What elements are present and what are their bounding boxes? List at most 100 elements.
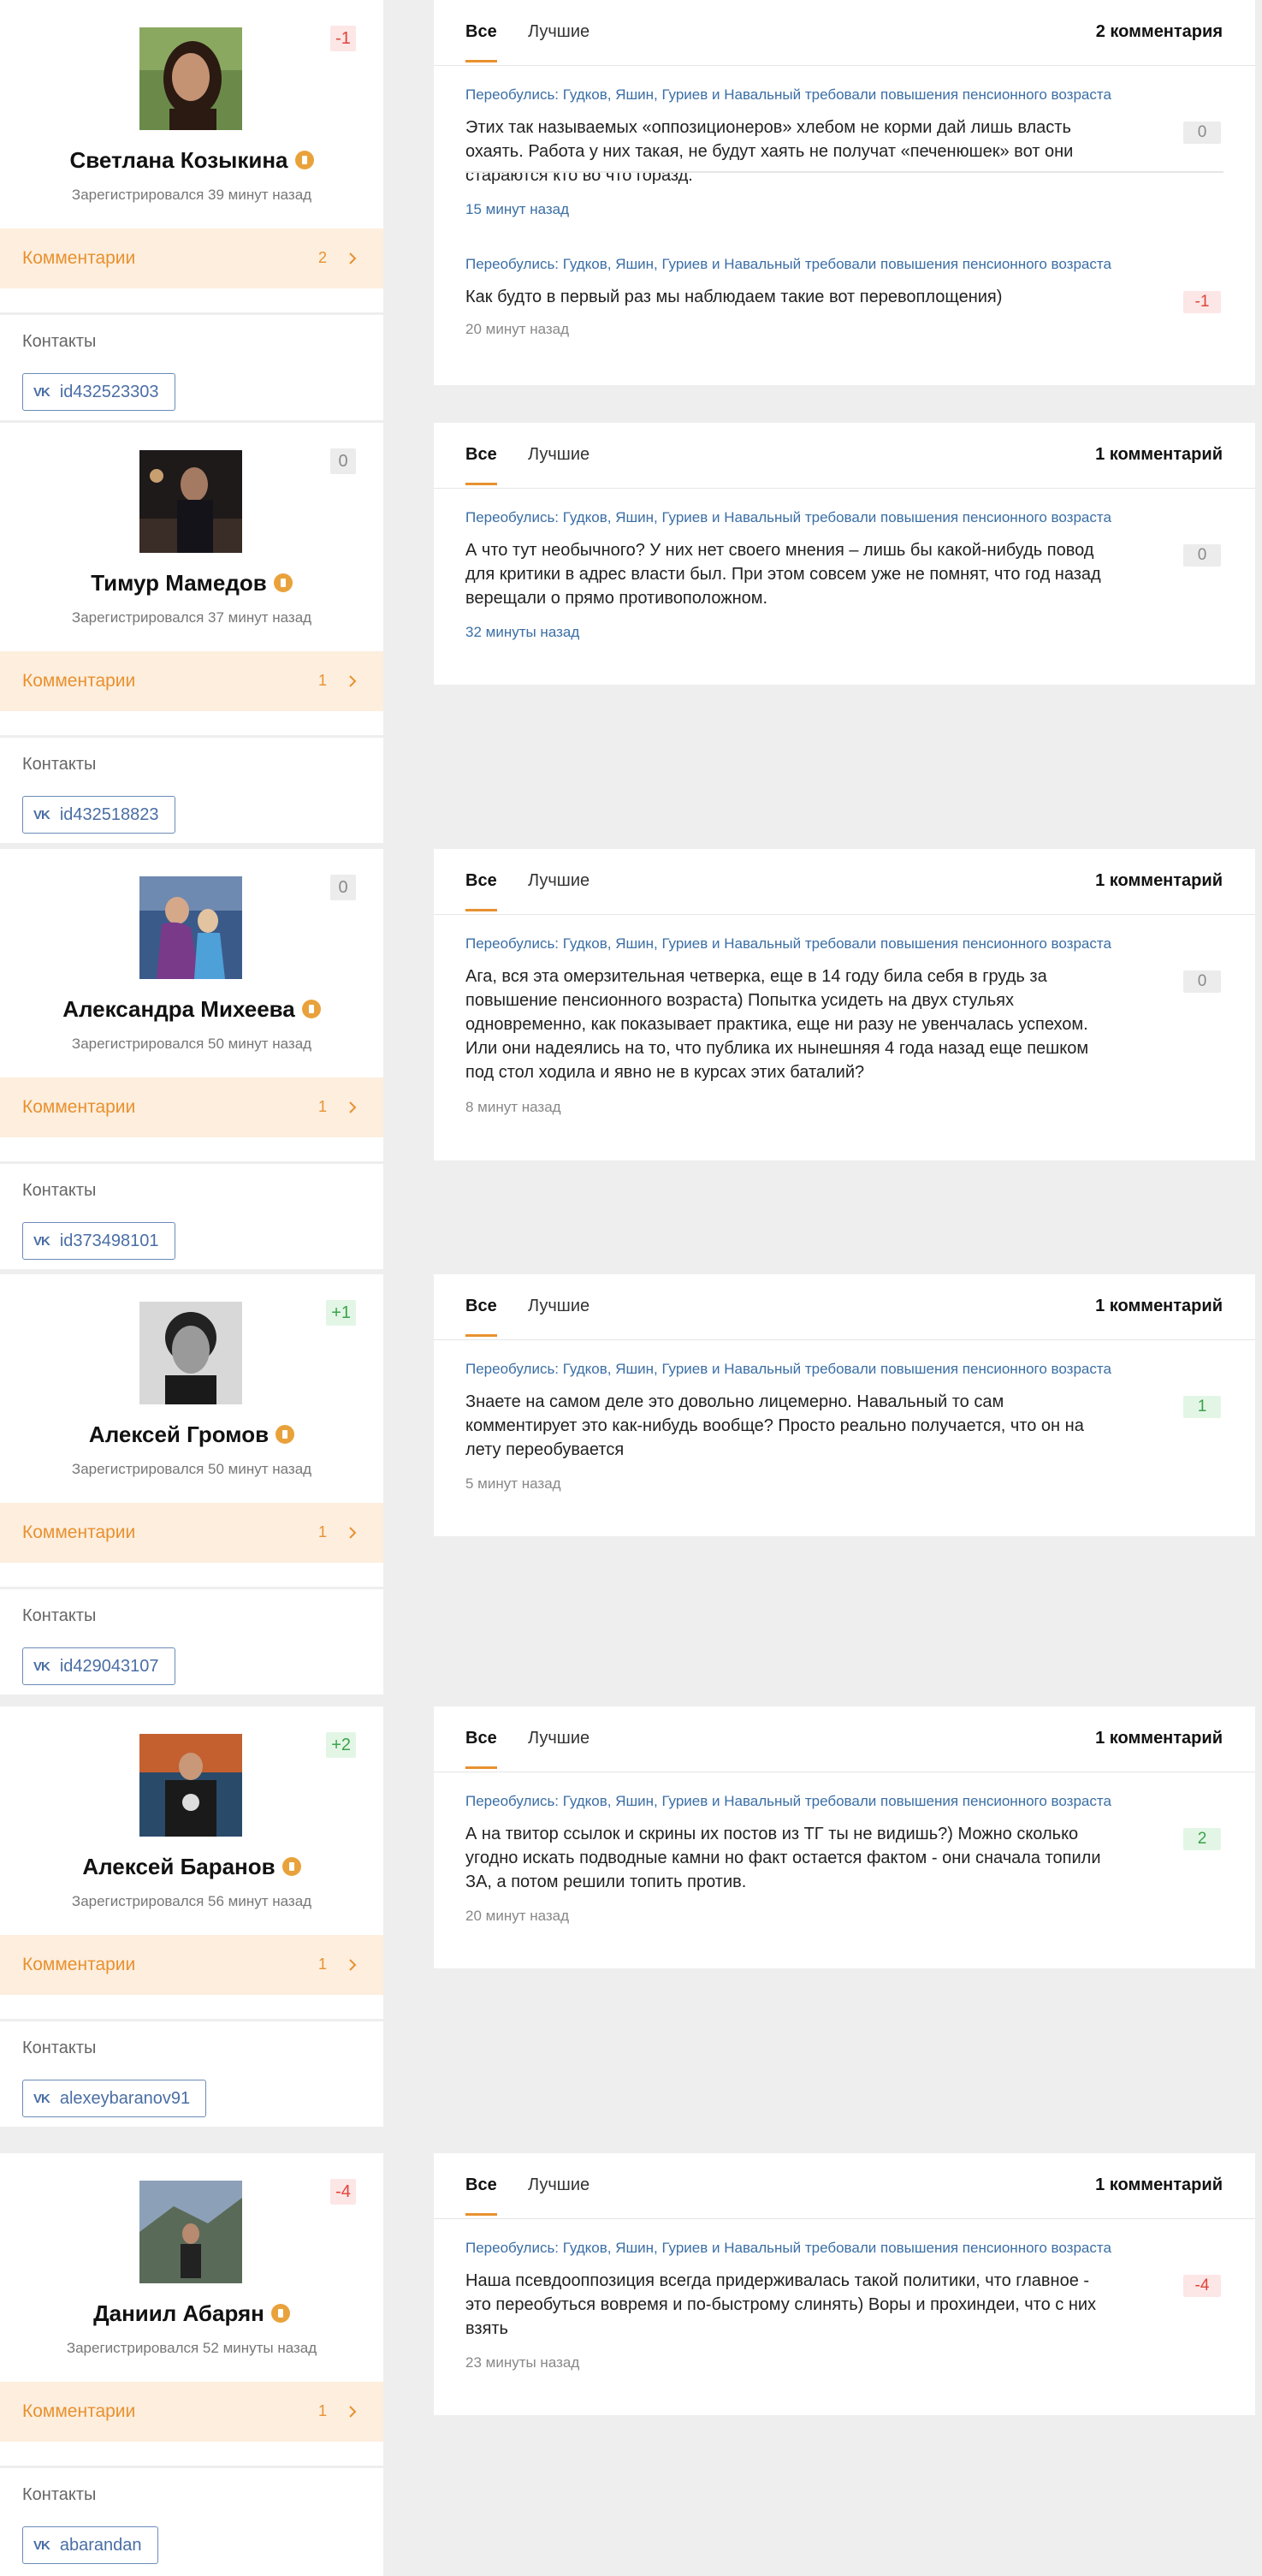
contacts-card: Контакты VK id429043107 — [0, 1589, 383, 1695]
contacts-title: Контакты — [22, 2485, 97, 2504]
comment-time: 8 минут назад — [465, 1099, 561, 1115]
vk-icon: VK — [33, 807, 50, 822]
vk-icon: VK — [33, 1233, 50, 1249]
post-link[interactable]: Переобулись: Гудков, Яшин, Гуриев и Нава… — [465, 935, 1111, 953]
comments-count: 1 — [317, 2402, 327, 2419]
contacts-card: Контакты VK abarandan — [0, 2468, 383, 2576]
vk-link[interactable]: VK abarandan — [22, 2526, 158, 2564]
vk-id: id432523303 — [59, 382, 159, 401]
avatar[interactable] — [139, 2181, 242, 2283]
vk-link[interactable]: VK id373498101 — [22, 1222, 175, 1260]
profile-card: -4 Даниил Абарян Зарегистрировался 52 ми… — [0, 2153, 383, 2466]
medal-icon — [270, 2304, 290, 2324]
vk-link[interactable]: VK id432518823 — [22, 796, 175, 834]
contacts-title: Контакты — [22, 1606, 97, 1625]
post-link[interactable]: Переобулись: Гудков, Яшин, Гуриев и Нава… — [465, 509, 1111, 526]
avatar[interactable] — [139, 450, 242, 553]
registered-text: Зарегистрировался 50 минут назад — [71, 1036, 312, 1052]
profile-card: +1 Алексей Громов Зарегистрировался 50 м… — [0, 1274, 383, 1587]
avatar[interactable] — [139, 27, 242, 130]
contacts-title: Контакты — [22, 1181, 97, 1200]
user-rating-badge: +2 — [326, 1732, 356, 1758]
vk-icon: VK — [33, 1659, 50, 1674]
comments-link[interactable]: Комментарии 1 — [0, 2382, 383, 2442]
comment-text: Этих так называемых «оппозиционеров» хле… — [465, 118, 1074, 185]
comments-total: 1 комментарий — [1095, 1297, 1223, 1315]
tab-all[interactable]: Все — [465, 1729, 497, 1769]
vk-link[interactable]: VK id429043107 — [22, 1647, 175, 1685]
comments-link[interactable]: Комментарии 2 — [0, 229, 383, 288]
contacts-title: Контакты — [22, 332, 97, 351]
tab-all[interactable]: Все — [465, 2175, 497, 2216]
user-rating-badge: 0 — [330, 875, 356, 900]
comments-total: 2 комментария — [1095, 22, 1223, 41]
comments-link[interactable]: Комментарии 1 — [0, 1077, 383, 1137]
post-link[interactable]: Переобулись: Гудков, Яшин, Гуриев и Нава… — [465, 1361, 1111, 1378]
tab-all[interactable]: Все — [465, 871, 497, 911]
user-name[interactable]: Алексей Громов — [89, 1422, 269, 1447]
comments-label: Комментарии — [22, 248, 136, 268]
tab-best[interactable]: Лучшие — [528, 22, 590, 42]
vk-id: id429043107 — [59, 1656, 159, 1676]
user-rating-badge: 0 — [330, 448, 356, 474]
registered-text: Зарегистрировался 50 минут назад — [71, 1461, 312, 1477]
avatar[interactable] — [139, 1734, 242, 1837]
registered-text: Зарегистрировался 56 минут назад — [71, 1893, 312, 1909]
contacts-card: Контакты VK id432518823 — [0, 738, 383, 843]
avatar[interactable] — [139, 876, 242, 979]
medal-icon — [276, 1425, 295, 1445]
tab-all[interactable]: Все — [465, 22, 497, 62]
comments-panel: Все Лучшие 1 комментарий Переобулись: Гу… — [434, 849, 1255, 1160]
comments-panel: Все Лучшие 1 комментарий Переобулись: Гу… — [434, 423, 1255, 685]
vk-link[interactable]: VK id432523303 — [22, 373, 175, 411]
user-name[interactable]: Алексей Баранов — [82, 1854, 275, 1879]
chevron-right-icon — [349, 675, 357, 687]
user-rating-badge: -4 — [330, 2179, 356, 2205]
avatar[interactable] — [139, 1302, 242, 1404]
user-name[interactable]: Александра Михеева — [62, 996, 295, 1022]
vk-id: id432518823 — [59, 804, 159, 824]
comments-link[interactable]: Комментарии 1 — [0, 1503, 383, 1563]
comment-score: -1 — [1183, 291, 1221, 313]
medal-icon — [273, 573, 293, 593]
chevron-right-icon — [349, 252, 357, 264]
comments-link[interactable]: Комментарии 1 — [0, 1935, 383, 1995]
vk-icon: VK — [33, 2537, 50, 2553]
post-link[interactable]: Переобулись: Гудков, Яшин, Гуриев и Нава… — [465, 86, 1111, 104]
user-name[interactable]: Светлана Козыкина — [70, 147, 288, 173]
comments-tabs: Все Лучшие 1 комментарий — [434, 423, 1255, 489]
tab-all[interactable]: Все — [465, 445, 497, 485]
user-name[interactable]: Даниил Абарян — [93, 2300, 264, 2326]
comments-tabs: Все Лучшие 1 комментарий — [434, 1706, 1255, 1772]
vk-icon: VK — [33, 2091, 50, 2106]
post-link[interactable]: Переобулись: Гудков, Яшин, Гуриев и Нава… — [465, 1793, 1111, 1810]
vk-link[interactable]: VK alexeybaranov91 — [22, 2080, 207, 2117]
tab-best[interactable]: Лучшие — [528, 445, 590, 465]
tab-all[interactable]: Все — [465, 1297, 497, 1337]
comments-link[interactable]: Комментарии 1 — [0, 651, 383, 711]
comment-time: 5 минут назад — [465, 1475, 561, 1492]
tab-best[interactable]: Лучшие — [528, 1297, 590, 1316]
tab-best[interactable]: Лучшие — [528, 2175, 590, 2195]
comment-time[interactable]: 15 минут назад — [465, 201, 569, 218]
comment-score: 0 — [1183, 122, 1221, 144]
post-link[interactable]: Переобулись: Гудков, Яшин, Гуриев и Нава… — [465, 256, 1111, 273]
comment-score: 0 — [1183, 544, 1221, 567]
comments-label: Комментарии — [22, 671, 136, 691]
comment-text: Знаете на самом деле это довольно лицеме… — [465, 1392, 1084, 1459]
comments-panel: Все Лучшие 1 комментарий Переобулись: Гу… — [434, 1706, 1255, 1968]
comment-score: 0 — [1183, 970, 1221, 993]
comment-time[interactable]: 32 минуты назад — [465, 624, 579, 641]
user-rating-badge: -1 — [330, 26, 356, 51]
comments-count: 2 — [317, 249, 327, 266]
post-link[interactable]: Переобулись: Гудков, Яшин, Гуриев и Нава… — [465, 2240, 1111, 2257]
profile-card: 0 Тимур Мамедов Зарегистрировался 37 мин… — [0, 423, 383, 735]
profile-card: -1 Светлана Козыкина Зарегистрировался 3… — [0, 0, 383, 312]
comment-time: 20 минут назад — [465, 321, 570, 337]
comments-tabs: Все Лучшие 2 комментария — [434, 0, 1255, 66]
comment-score: 1 — [1183, 1396, 1221, 1418]
tab-best[interactable]: Лучшие — [528, 871, 590, 891]
user-name[interactable]: Тимур Мамедов — [91, 570, 267, 596]
vk-id: abarandan — [59, 2535, 142, 2555]
tab-best[interactable]: Лучшие — [528, 1729, 590, 1748]
